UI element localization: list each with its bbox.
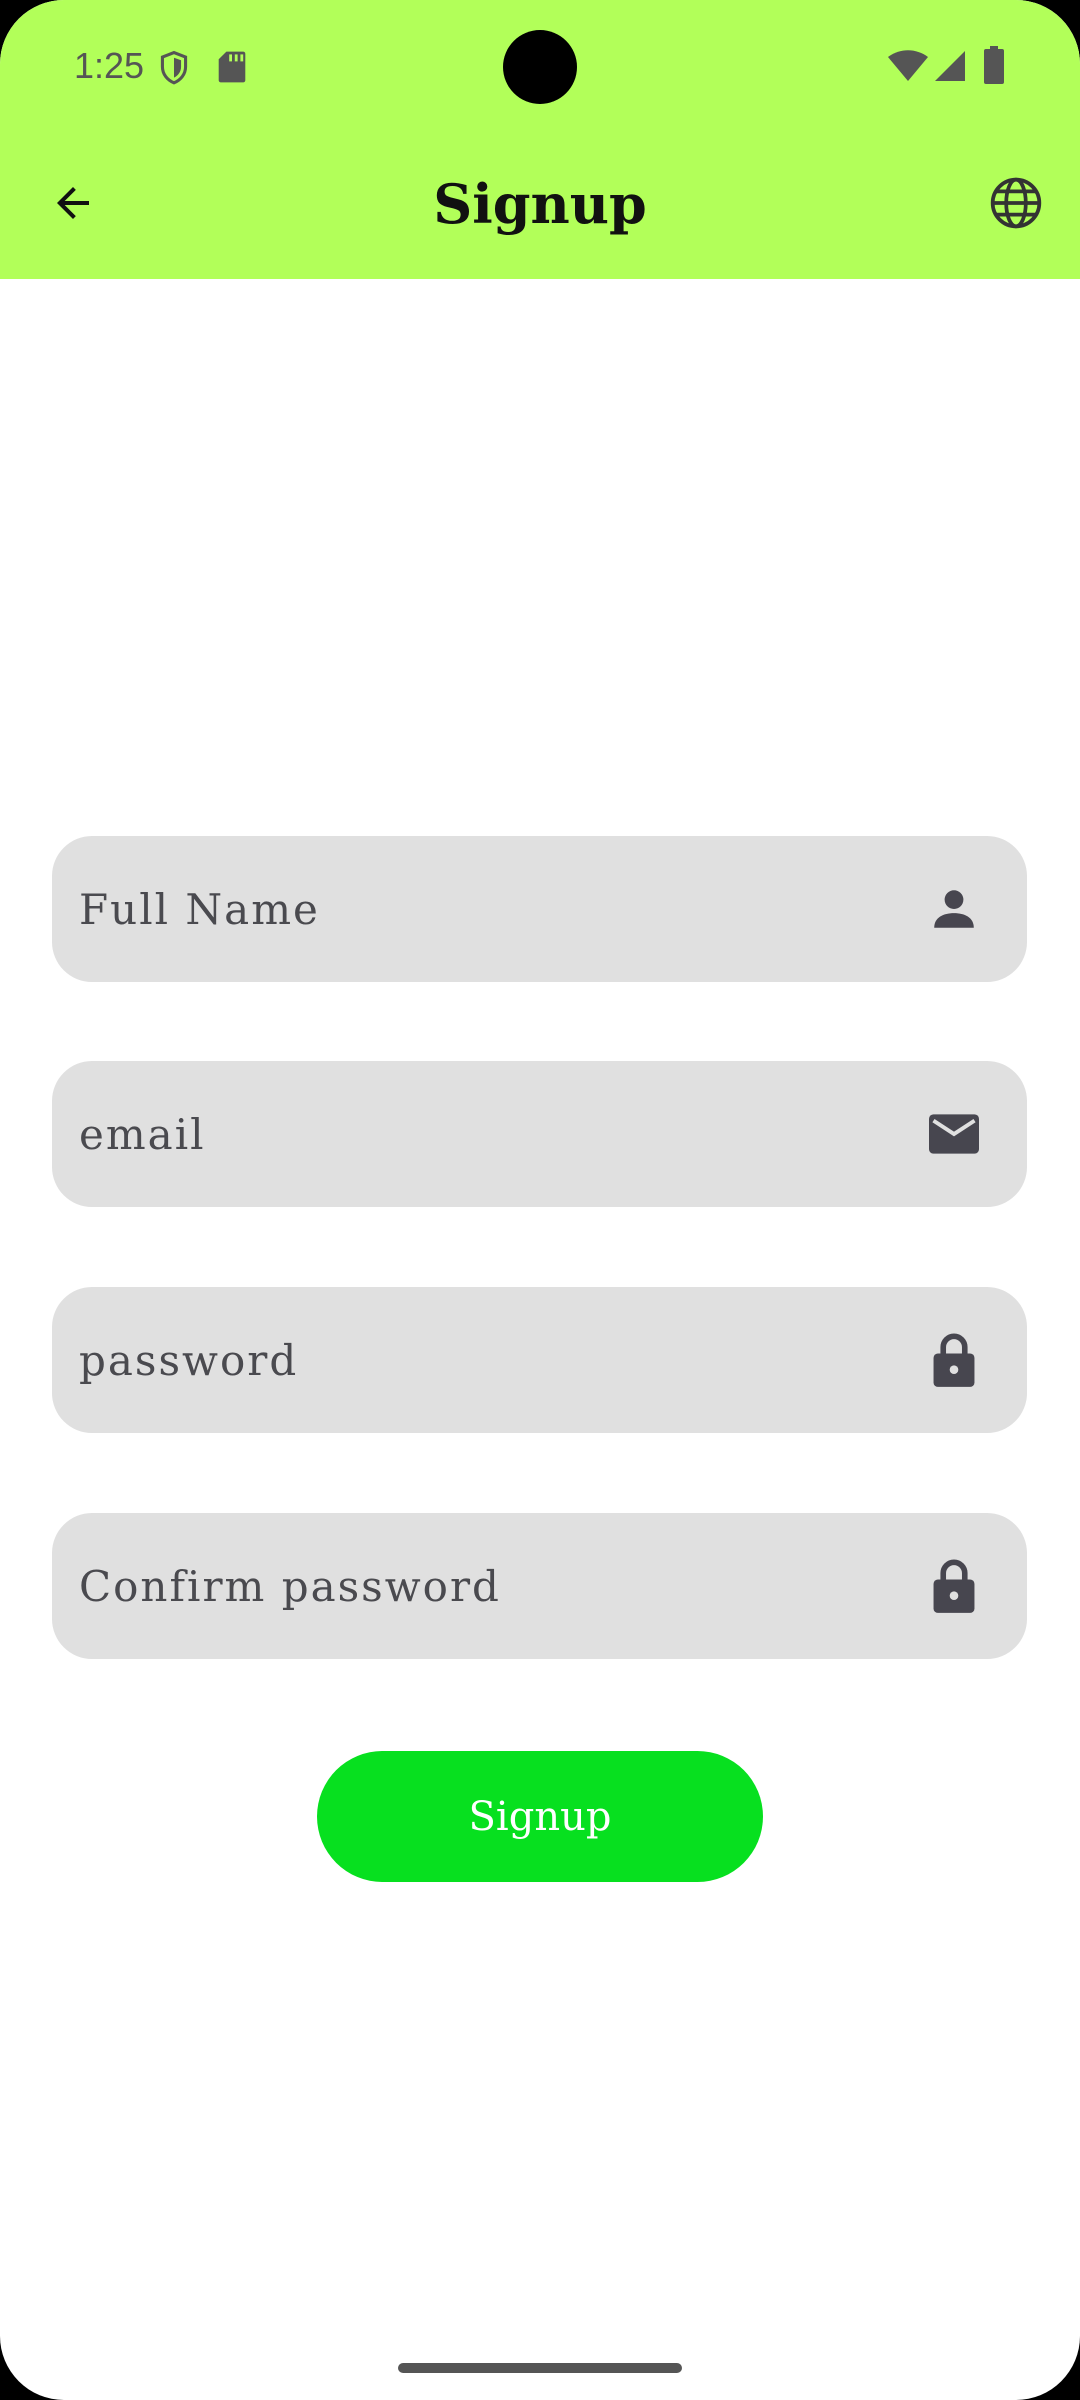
confirm-password-field[interactable] xyxy=(52,1513,1027,1659)
sd-card-icon xyxy=(218,50,246,89)
status-time: 1:25 xyxy=(74,45,145,86)
signup-screen: 1:25 Signup Full Name email Signup xyxy=(0,0,1080,2400)
signup-button[interactable]: Signup xyxy=(317,1751,763,1882)
wifi-icon xyxy=(888,50,928,87)
page-title: Signup xyxy=(433,172,647,236)
full-name-field[interactable] xyxy=(52,836,1027,982)
full-name-input[interactable] xyxy=(79,836,899,982)
lock-icon xyxy=(929,1559,979,1613)
cellular-signal-icon xyxy=(934,50,966,87)
home-indicator[interactable] xyxy=(398,2363,682,2373)
confirm-password-input[interactable] xyxy=(79,1513,899,1659)
password-input[interactable] xyxy=(79,1287,899,1433)
email-field[interactable] xyxy=(52,1061,1027,1207)
person-icon xyxy=(929,884,979,934)
lock-icon xyxy=(929,1333,979,1387)
battery-icon xyxy=(984,46,1004,89)
front-camera xyxy=(503,30,577,104)
shield-icon xyxy=(158,50,190,91)
email-input[interactable] xyxy=(79,1061,899,1207)
app-bar: 1:25 Signup xyxy=(0,0,1080,279)
password-field[interactable] xyxy=(52,1287,1027,1433)
globe-icon xyxy=(988,175,1044,236)
language-button[interactable] xyxy=(976,165,1056,245)
mail-icon xyxy=(929,1109,979,1159)
